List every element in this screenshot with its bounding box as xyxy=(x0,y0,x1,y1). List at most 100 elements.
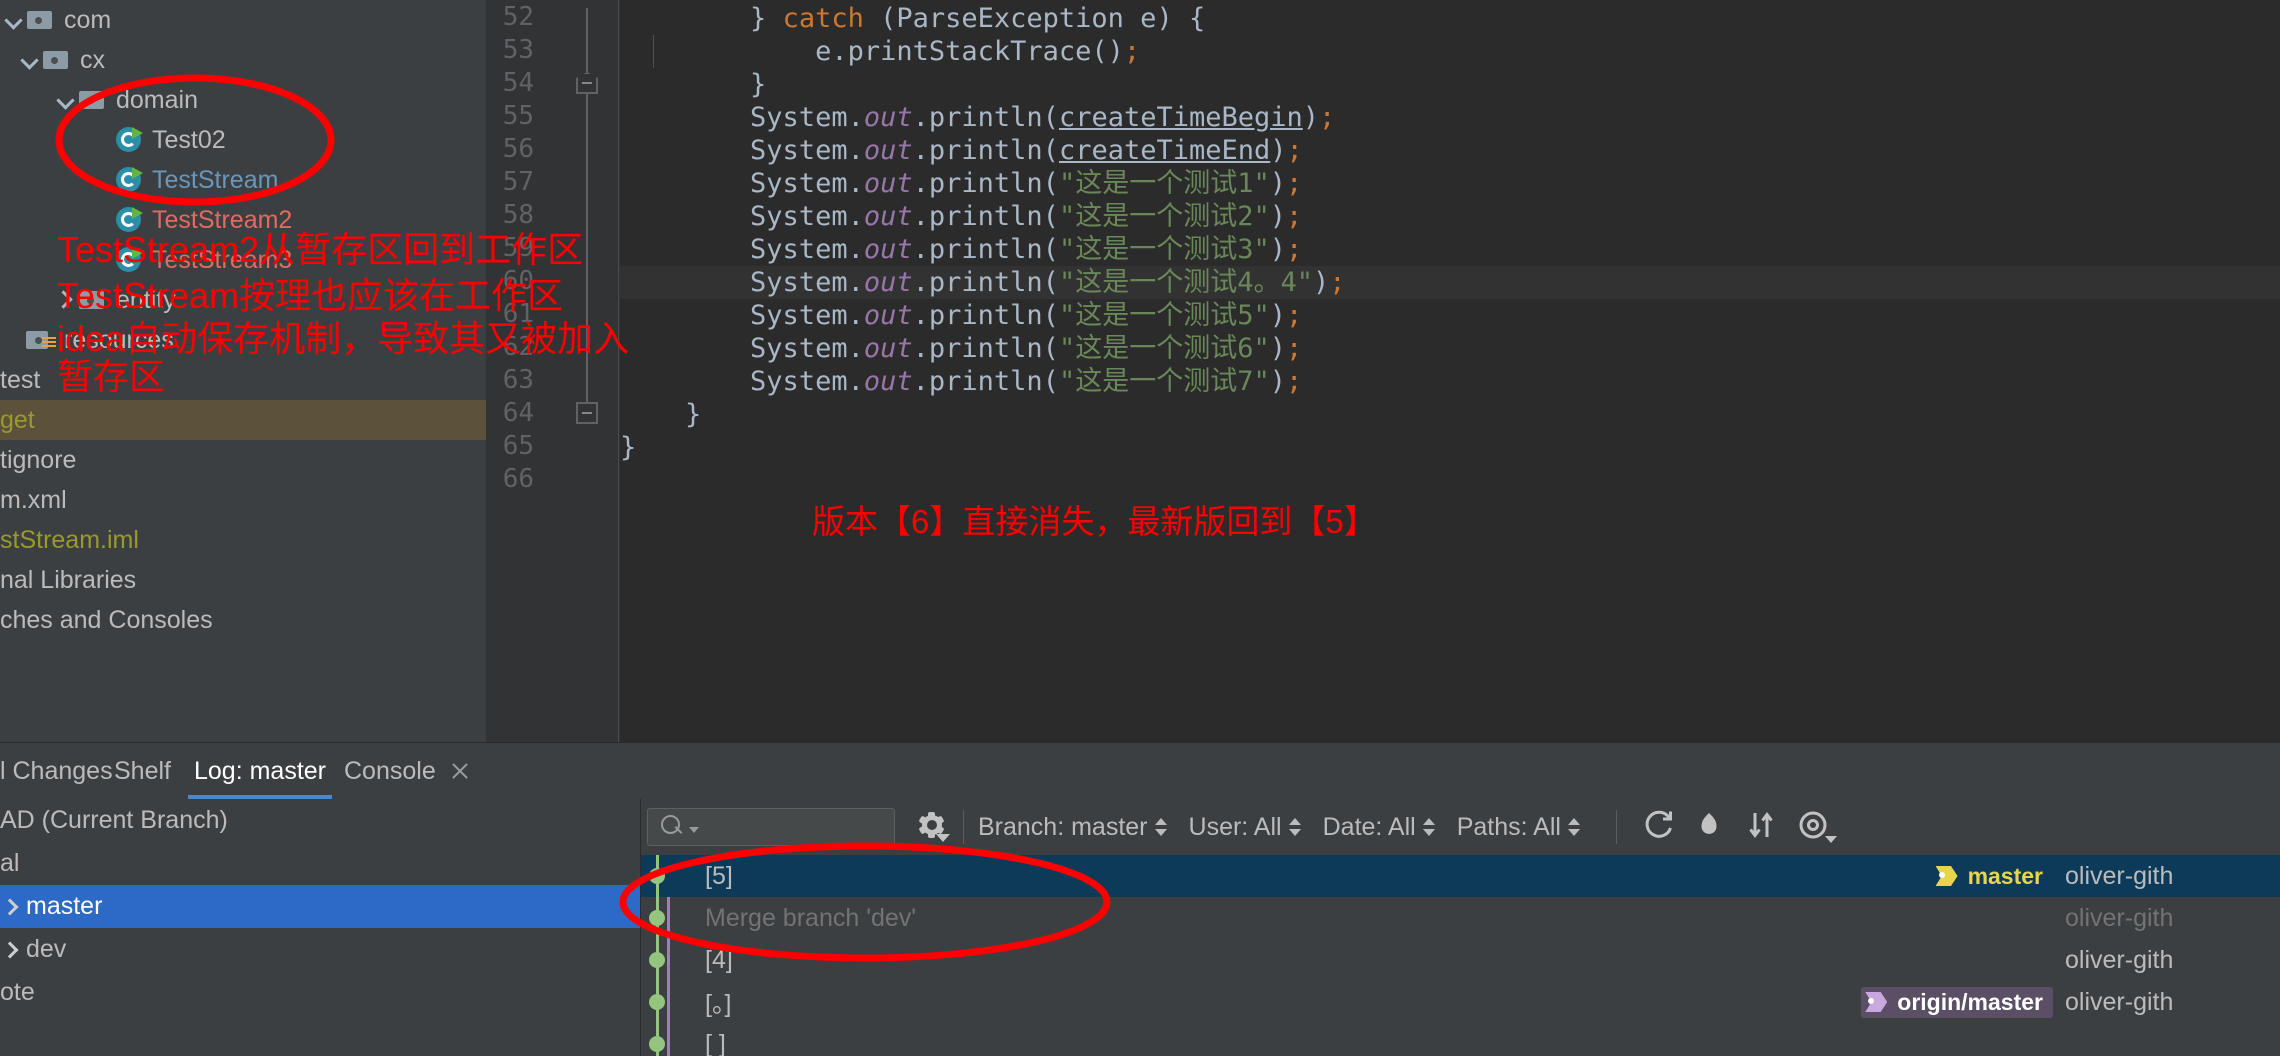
tree-item-entity[interactable]: entity xyxy=(0,280,486,320)
commit-row[interactable]: [5] master oliver-gith xyxy=(641,855,2280,897)
filter-user-label: User: All xyxy=(1188,812,1282,841)
line-number: 66 xyxy=(502,464,534,494)
tree-item-test02[interactable]: Test02 xyxy=(0,120,486,160)
code-folding-marker[interactable] xyxy=(576,402,598,424)
editor-gutter[interactable]: 52 53 54 55 56 57 58 59 60 61 62 63 64 65 66 xyxy=(486,0,620,742)
code-token: } xyxy=(620,432,637,463)
code-token: ; xyxy=(1285,366,1303,397)
tree-item-cx[interactable]: cx xyxy=(0,40,486,80)
branch-tag-icon xyxy=(1865,990,1891,1014)
tree-item-ches-and-consoles[interactable]: ches and Consoles xyxy=(0,600,486,640)
tree-item-teststream[interactable]: TestStream xyxy=(0,160,486,200)
gear-icon[interactable] xyxy=(915,810,950,844)
tree-item-nal-libraries[interactable]: nal Libraries xyxy=(0,560,486,600)
commit-row[interactable]: [。] origin/master oliver-gith xyxy=(641,981,2280,1023)
tree-item-m-xml[interactable]: m.xml xyxy=(0,480,486,520)
code-folding-line xyxy=(586,8,588,410)
commit-author: oliver-gith xyxy=(2065,987,2174,1016)
commit-log-table[interactable]: [5] master oliver-gith Merge branch 'dev' ol… xyxy=(641,855,2280,1056)
refresh-icon[interactable] xyxy=(1637,807,1683,847)
commit-graph-cell xyxy=(641,939,691,981)
code-token: out xyxy=(863,333,913,364)
code-token: ) xyxy=(1269,333,1286,364)
tab-log-master[interactable]: Log: master xyxy=(180,743,340,799)
code-line[interactable]: System.out.println("这是一个测试6"); xyxy=(620,332,2280,365)
code-line[interactable]: } xyxy=(620,398,2280,431)
tree-item-teststream3[interactable]: TestStream3 xyxy=(0,240,486,280)
log-search-input[interactable] xyxy=(647,808,895,846)
code-line[interactable]: } catch (ParseException e) { xyxy=(620,2,2280,35)
filter-branch[interactable]: Branch: master xyxy=(978,813,1167,842)
tree-item-label: cx xyxy=(80,45,105,74)
commit-subject: [ ] xyxy=(705,1029,726,1056)
chevron-right-icon[interactable] xyxy=(52,287,78,313)
commit-ref-text: master xyxy=(1967,862,2043,889)
code-token: ; xyxy=(1285,234,1303,265)
line-number: 54 xyxy=(502,68,534,98)
filter-user[interactable]: User: All xyxy=(1189,813,1301,842)
expand-collapse-icon[interactable] xyxy=(1741,807,1787,847)
filter-date[interactable]: Date: All xyxy=(1323,813,1435,842)
code-line[interactable] xyxy=(620,464,2280,497)
code-line[interactable]: e.printStackTrace(); xyxy=(620,35,2280,68)
code-line[interactable]: System.out.println("这是一个测试2"); xyxy=(620,200,2280,233)
filter-paths[interactable]: Paths: All xyxy=(1457,813,1580,842)
code-token: ) xyxy=(1269,234,1286,265)
tree-item-com[interactable]: com xyxy=(0,0,486,40)
code-token: ) xyxy=(1269,201,1286,232)
tree-item-tignore[interactable]: tignore xyxy=(0,440,486,480)
code-token: "这是一个测试6" xyxy=(1058,333,1270,364)
chevron-down-icon[interactable] xyxy=(0,7,26,33)
cherry-pick-icon[interactable] xyxy=(1689,807,1735,847)
code-token: createTimeEnd xyxy=(1058,135,1271,166)
code-line[interactable]: } xyxy=(620,68,2280,101)
chevron-right-icon[interactable] xyxy=(0,895,26,919)
branch-row[interactable]: dev xyxy=(0,928,640,971)
code-line[interactable]: System.out.println("这是一个测试3"); xyxy=(620,233,2280,266)
branch-label: AD (Current Branch) xyxy=(0,806,228,834)
tab-label: Console xyxy=(344,756,436,785)
code-token: System. xyxy=(620,267,864,298)
code-line[interactable]: System.out.println("这是一个测试1"); xyxy=(620,167,2280,200)
code-line[interactable]: System.out.println(createTimeEnd); xyxy=(620,134,2280,167)
chevron-down-icon[interactable] xyxy=(689,827,699,833)
tree-item-get[interactable]: get xyxy=(0,400,486,440)
tree-item-test[interactable]: test xyxy=(0,360,486,400)
tab-shelf[interactable]: Shelf xyxy=(100,743,185,799)
branches-panel[interactable]: AD (Current Branch) al master dev ote xyxy=(0,799,640,1056)
chevron-down-icon[interactable] xyxy=(52,87,78,113)
close-icon[interactable] xyxy=(450,761,470,781)
commit-row[interactable]: [ ] xyxy=(641,1023,2280,1056)
tab-console[interactable]: Console xyxy=(330,743,484,799)
branch-row[interactable]: AD (Current Branch) xyxy=(0,799,640,842)
tool-window-tabbar[interactable]: l Changes Shelf Log: master Console xyxy=(0,743,2280,799)
code-token: "这是一个测试4。4" xyxy=(1058,267,1313,298)
folder-icon xyxy=(78,287,108,313)
tree-item-domain[interactable]: domain xyxy=(0,80,486,120)
branch-row[interactable]: master xyxy=(0,885,640,928)
code-editor[interactable]: 52 53 54 55 56 57 58 59 60 61 62 63 64 65 66 } catch (… xyxy=(486,0,2280,742)
tree-item-ststream-iml[interactable]: stStream.iml xyxy=(0,520,486,560)
branch-row[interactable]: ote xyxy=(0,971,640,1014)
commit-row[interactable]: [4] oliver-gith xyxy=(641,939,2280,981)
editor-code-area[interactable]: } catch (ParseException e) { e.printStac… xyxy=(620,0,2280,742)
branch-row[interactable]: al xyxy=(0,842,640,885)
tree-item-resources[interactable]: resources xyxy=(0,320,486,360)
code-line[interactable]: System.out.println("这是一个测试7"); xyxy=(620,365,2280,398)
code-folding-marker[interactable] xyxy=(576,72,598,94)
chevron-down-icon[interactable] xyxy=(16,47,42,73)
code-line[interactable]: System.out.println(createTimeBegin); xyxy=(620,101,2280,134)
commit-ref-label[interactable]: master xyxy=(1932,861,2053,892)
log-toolbar[interactable]: Branch: master User: All Date: All Paths… xyxy=(641,799,2280,855)
code-token: .println( xyxy=(912,333,1059,364)
commit-ref-label[interactable]: origin/master xyxy=(1861,986,2053,1018)
code-line[interactable]: } xyxy=(620,431,2280,464)
show-details-icon[interactable] xyxy=(1793,807,1839,847)
project-tool-window[interactable]: com cx domain Test02 TestStream TestStream2 Te… xyxy=(0,0,486,742)
code-line[interactable]: System.out.println("这是一个测试5"); xyxy=(620,299,2280,332)
version-control-tool-window[interactable]: l Changes Shelf Log: master Console AD (Cur… xyxy=(0,742,2280,1056)
chevron-right-icon[interactable] xyxy=(0,938,26,962)
commit-row[interactable]: Merge branch 'dev' oliver-gith xyxy=(641,897,2280,939)
code-line[interactable]: System.out.println("这是一个测试4。4"); xyxy=(620,266,2280,299)
tree-item-teststream2[interactable]: TestStream2 xyxy=(0,200,486,240)
